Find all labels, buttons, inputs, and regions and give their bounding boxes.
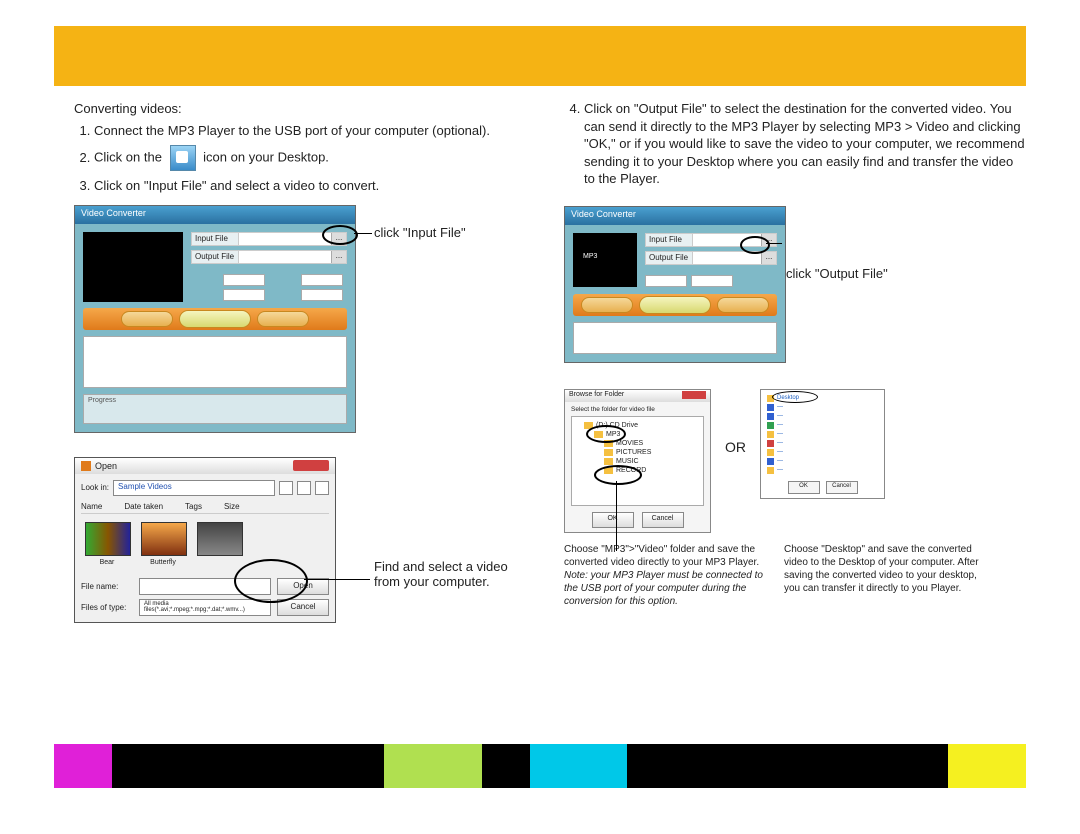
left-column: Converting videos: Connect the MP3 Playe…	[74, 100, 534, 704]
vc-titlebar: Video Converter	[75, 206, 355, 224]
vc-play-button[interactable]	[121, 311, 173, 327]
file-thumb-3[interactable]	[197, 522, 241, 566]
cancel-button[interactable]: Cancel	[642, 512, 684, 528]
desktop-highlight	[772, 391, 818, 403]
heading: Converting videos:	[74, 100, 534, 118]
nav-up-icon[interactable]	[297, 481, 311, 495]
vc-progress: Progress	[83, 394, 347, 424]
vc-file-list	[83, 336, 347, 388]
vc-stop-button[interactable]	[257, 311, 309, 327]
callout-input-file: click "Input File"	[374, 225, 466, 240]
vc-preview	[83, 232, 183, 302]
open-dialog: Open Look in: Sample Videos Name	[74, 457, 336, 623]
browse-folder-dialog: Browse for Folder Select the folder for …	[564, 389, 711, 533]
right-column: Click on "Output File" to select the des…	[564, 100, 1026, 704]
video-converter-icon	[170, 145, 196, 171]
open-titlebar: Open	[75, 458, 335, 474]
desktop-browse-dialog: Desktop — — — — — — — — OK Cancel	[760, 389, 885, 499]
steps-right: Click on "Output File" to select the des…	[564, 100, 1026, 188]
file-type-field[interactable]: All media files(*.avi;*.mpeg;*.mpg;*.dat…	[139, 599, 271, 616]
file-thumb-1[interactable]: Bear	[85, 522, 129, 566]
content-area: Converting videos: Connect the MP3 Playe…	[74, 100, 1026, 704]
file-thumb-2[interactable]: Butterfly	[141, 522, 185, 566]
select-file-highlight	[234, 559, 308, 603]
vc-convert-button[interactable]	[179, 310, 251, 328]
output-file-highlight	[740, 236, 770, 254]
caption-desktop-option: Choose "Desktop" and save the converted …	[784, 543, 984, 608]
step-1: Connect the MP3 Player to the USB port o…	[94, 122, 534, 140]
callout-output-file: click "Output File"	[786, 266, 888, 281]
nav-back-icon[interactable]	[279, 481, 293, 495]
bottom-color-bar	[54, 744, 1026, 788]
or-label: OR	[725, 439, 746, 455]
step-2: Click on the icon on your Desktop.	[94, 145, 534, 171]
open-column-headers: Name Date taken Tags Size	[81, 500, 329, 514]
video-converter-window-2: Video Converter MP3 Input File... Output…	[564, 206, 786, 363]
vc-output-browse-button[interactable]: ...	[331, 251, 346, 263]
ok-button[interactable]: OK	[592, 512, 634, 528]
callout-select-file: Find and select a video from your comput…	[374, 559, 534, 589]
steps-left: Connect the MP3 Player to the USB port o…	[74, 122, 534, 195]
open-app-icon	[81, 461, 91, 471]
cancel-button[interactable]: Cancel	[826, 481, 858, 494]
nav-view-icon[interactable]	[315, 481, 329, 495]
input-file-highlight	[322, 225, 358, 245]
step-4: Click on "Output File" to select the des…	[584, 100, 1026, 188]
vc-output-browse-button-2[interactable]: ...	[761, 252, 776, 264]
ok-button[interactable]: OK	[788, 481, 820, 494]
mp3-folder-highlight	[586, 425, 626, 443]
vc-preview-2: MP3	[573, 233, 637, 287]
caption-mp3-option: Choose "MP3">"Video" folder and save the…	[564, 543, 764, 608]
video-converter-window: Video Converter Input File ... Output Fi…	[74, 205, 356, 433]
close-icon[interactable]	[682, 391, 706, 399]
top-orange-bar	[54, 26, 1026, 86]
look-in-field[interactable]: Sample Videos	[113, 480, 275, 496]
vc-output-row: Output File ...	[191, 250, 347, 264]
step-3: Click on "Input File" and select a video…	[94, 177, 534, 195]
vc-toolbar	[83, 308, 347, 330]
close-icon[interactable]	[293, 460, 329, 471]
video-folder-highlight	[594, 465, 642, 485]
